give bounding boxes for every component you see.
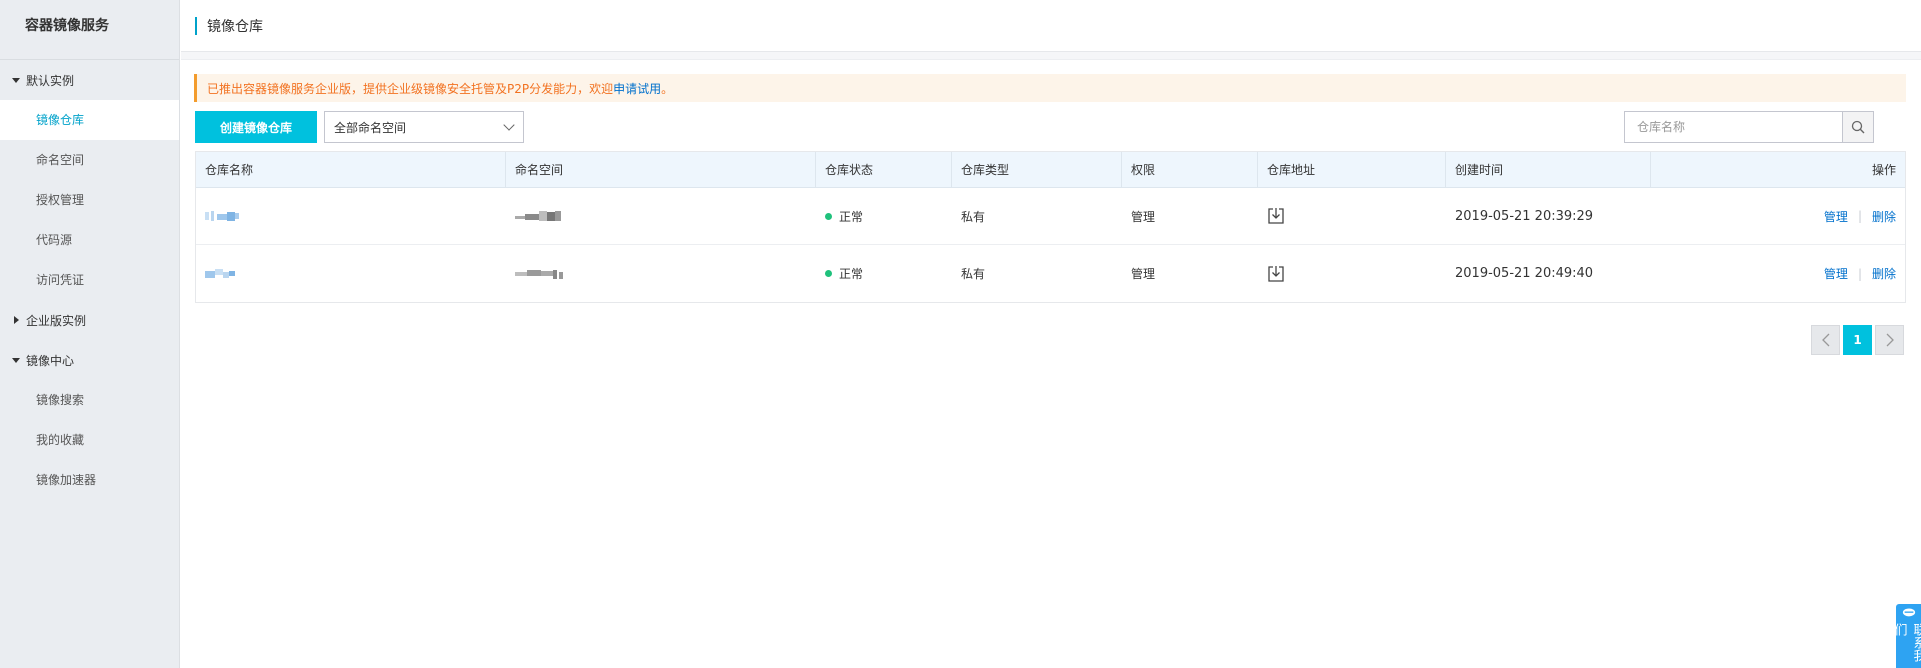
type-cell: 私有 — [961, 209, 986, 224]
nav-group-label: 默认实例 — [26, 73, 75, 88]
repository-table: 仓库名称 命名空间 仓库状态 仓库类型 权限 仓库地址 创建时间 操作 正常 私… — [195, 151, 1906, 303]
column-header: 仓库类型 — [952, 151, 1122, 188]
notice-text: 已推出容器镜像服务企业版，提供企业级镜像安全托管及P2P分发能力，欢迎 — [207, 81, 614, 96]
sidebar-item-access-credential[interactable]: 访问凭证 — [0, 260, 179, 300]
search-box — [1624, 111, 1874, 143]
nav-group-image-center[interactable]: 镜像中心 — [0, 340, 179, 380]
permission-cell: 管理 — [1131, 209, 1156, 224]
actions-cell: 管理 | 删除 — [1651, 208, 1905, 225]
delete-link[interactable]: 删除 — [1872, 208, 1896, 225]
create-repository-button[interactable]: 创建镜像仓库 — [195, 111, 317, 143]
manage-link[interactable]: 管理 — [1824, 208, 1848, 225]
sidebar-item-namespaces[interactable]: 命名空间 — [0, 140, 179, 180]
chevron-right-icon — [1886, 333, 1894, 347]
table-row: 正常 私有 管理 2019-05-21 20:49:40 管理 | 删除 — [196, 245, 1905, 302]
header-divider — [181, 52, 1921, 60]
search-input[interactable] — [1625, 112, 1842, 142]
notice-suffix: 。 — [661, 81, 674, 96]
namespace-select-value: 全部命名空间 — [334, 120, 407, 135]
chevron-down-icon — [503, 119, 515, 131]
sidebar-title: 容器镜像服务 — [0, 0, 179, 60]
table-header: 仓库名称 命名空间 仓库状态 仓库类型 权限 仓库地址 创建时间 操作 — [196, 151, 1905, 188]
sidebar-item-favorites[interactable]: 我的收藏 — [0, 420, 179, 460]
namespace-cell — [506, 210, 816, 222]
chat-icon — [1902, 608, 1915, 617]
nav-group-label: 企业版实例 — [26, 313, 87, 328]
sidebar-item-image-search[interactable]: 镜像搜索 — [0, 380, 179, 420]
redacted-name — [205, 211, 239, 221]
redacted-name — [205, 268, 235, 278]
address-cell — [1258, 265, 1446, 283]
sidebar-item-code-source[interactable]: 代码源 — [0, 220, 179, 260]
download-icon[interactable] — [1267, 265, 1285, 283]
status-ok-icon — [825, 270, 832, 277]
nav-group-default-instance[interactable]: 默认实例 — [0, 60, 179, 100]
prev-page-button[interactable] — [1811, 325, 1840, 355]
column-header: 命名空间 — [506, 151, 816, 188]
type-cell: 私有 — [961, 267, 986, 281]
column-header: 仓库地址 — [1258, 151, 1446, 188]
delete-link[interactable]: 删除 — [1872, 265, 1896, 282]
status-cell: 正常 — [816, 208, 952, 225]
permission-cell: 管理 — [1131, 267, 1156, 281]
caret-down-icon — [12, 77, 20, 83]
status-cell: 正常 — [816, 265, 952, 282]
notice-banner: 已推出容器镜像服务企业版，提供企业级镜像安全托管及P2P分发能力，欢迎 申请试用… — [194, 74, 1906, 102]
download-icon[interactable] — [1267, 207, 1285, 225]
page-number-current[interactable]: 1 — [1843, 325, 1872, 355]
redacted-namespace — [515, 211, 561, 221]
status-text: 正常 — [839, 267, 864, 281]
nav-group-enterprise-instance[interactable]: 企业版实例 — [0, 300, 179, 340]
manage-link[interactable]: 管理 — [1824, 265, 1848, 282]
address-cell — [1258, 207, 1446, 225]
contact-us-label: 联系我们 — [1891, 622, 1921, 662]
caret-down-icon — [12, 357, 20, 363]
contact-us-button[interactable]: 联系我们 — [1892, 604, 1921, 668]
sidebar-item-accelerator[interactable]: 镜像加速器 — [0, 460, 179, 500]
sidebar-item-repositories[interactable]: 镜像仓库 — [0, 100, 179, 140]
page-header: 镜像仓库 — [181, 0, 1921, 52]
namespace-cell — [506, 268, 816, 280]
pagination: 1 — [1811, 325, 1904, 355]
sidebar-item-authorization[interactable]: 授权管理 — [0, 180, 179, 220]
page-title: 镜像仓库 — [207, 18, 263, 35]
created-time-cell: 2019-05-21 20:39:29 — [1455, 208, 1594, 224]
apply-trial-link[interactable]: 申请试用 — [613, 80, 661, 97]
next-page-button[interactable] — [1875, 325, 1904, 355]
column-header: 仓库状态 — [816, 151, 952, 188]
created-time-cell: 2019-05-21 20:49:40 — [1455, 266, 1594, 281]
redacted-namespace — [515, 269, 563, 279]
table-row: 正常 私有 管理 2019-05-21 20:39:29 管理 | 删除 — [196, 188, 1905, 245]
sidebar: 容器镜像服务 默认实例 镜像仓库 命名空间 授权管理 代码源 访问凭证 企业版实… — [0, 0, 180, 668]
status-ok-icon — [825, 212, 832, 220]
column-header: 仓库名称 — [196, 151, 506, 188]
action-separator: | — [1857, 209, 1862, 223]
column-header: 权限 — [1122, 151, 1258, 188]
search-button[interactable] — [1842, 112, 1873, 142]
repo-name-link[interactable] — [196, 268, 506, 280]
nav-group-label: 镜像中心 — [26, 353, 75, 368]
actions-cell: 管理 | 删除 — [1651, 265, 1905, 282]
main-content: 镜像仓库 已推出容器镜像服务企业版，提供企业级镜像安全托管及P2P分发能力，欢迎… — [181, 0, 1921, 668]
action-separator: | — [1857, 266, 1862, 281]
header-accent-bar — [195, 16, 197, 35]
chevron-left-icon — [1821, 333, 1829, 347]
status-text: 正常 — [839, 209, 864, 224]
column-header: 操作 — [1871, 162, 1896, 177]
caret-right-icon — [14, 316, 19, 324]
search-icon — [1851, 120, 1865, 134]
namespace-select[interactable]: 全部命名空间 — [324, 111, 524, 143]
repo-name-link[interactable] — [196, 210, 506, 222]
column-header: 创建时间 — [1446, 151, 1651, 188]
